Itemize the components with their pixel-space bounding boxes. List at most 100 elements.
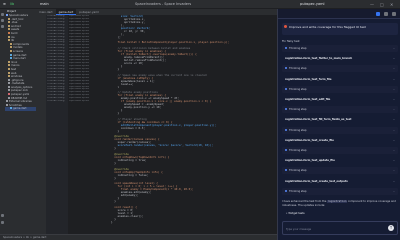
close-button[interactable]: ✕ bbox=[390, 2, 393, 7]
main-menu-icon[interactable]: ≡ bbox=[3, 2, 6, 7]
history-icon[interactable] bbox=[384, 12, 388, 16]
step-label: registration-form_test_create_test_outpu… bbox=[285, 179, 348, 183]
tree-item-label: pubspec.yaml bbox=[11, 93, 30, 97]
thinking-step[interactable]: Thinking step ⌄ bbox=[282, 147, 398, 154]
tree-item-label: linux bbox=[11, 60, 18, 64]
tree-item-label: assets bbox=[11, 28, 20, 32]
chevron-down-icon: ⌄ bbox=[392, 67, 395, 71]
thinking-step[interactable]: Thinking step ⌄ bbox=[282, 106, 398, 114]
file-icon bbox=[8, 35, 10, 38]
tree-item-label: game.dart bbox=[13, 107, 27, 111]
tree-item-label: README.md bbox=[11, 96, 28, 100]
file-icon bbox=[8, 17, 10, 20]
thinking-step[interactable]: Thinking step ⌄ bbox=[282, 187, 398, 195]
structure-tool-icon[interactable] bbox=[1, 25, 4, 28]
task-group-title: Fix flaky test bbox=[282, 39, 300, 43]
chevron-down-icon: ⌄ bbox=[392, 138, 395, 142]
chevron-down-icon: ⌄ bbox=[392, 77, 395, 81]
run-config-selector[interactable]: pubspec.yaml bbox=[300, 2, 325, 7]
send-arrow-icon: ↑ bbox=[389, 225, 393, 230]
tree-item[interactable]: game.dart bbox=[5, 107, 36, 112]
more-icon[interactable] bbox=[392, 12, 396, 16]
step-label: Thinking step bbox=[289, 169, 307, 173]
project-tool-icon[interactable] bbox=[1, 13, 4, 16]
code-editor[interactable]: size: Vector2( spriteSize.x, spriteSize.… bbox=[111, 15, 277, 234]
new-chat-icon[interactable] bbox=[376, 12, 380, 16]
tree-item-label: web bbox=[11, 71, 17, 75]
minimize-button[interactable]: — bbox=[370, 2, 374, 7]
step-label: Thinking step bbox=[289, 67, 307, 71]
thinking-step[interactable]: Thinking step ⌄ bbox=[282, 65, 398, 73]
assistant-panel: Improve and write coverage for this flag… bbox=[277, 9, 400, 240]
file-icon bbox=[8, 78, 10, 81]
file-icon bbox=[8, 93, 10, 96]
tree-item-label: android bbox=[11, 24, 21, 28]
problems-tool-icon[interactable] bbox=[1, 221, 4, 224]
step-label: Thinking step bbox=[289, 149, 307, 152]
tree-item-label: pubspec.lock bbox=[11, 89, 29, 93]
user-avatar bbox=[284, 25, 287, 28]
user-message-text: Improve and write coverage for this flag… bbox=[288, 24, 366, 29]
tree-item-label: models bbox=[13, 46, 23, 50]
tool-call-step[interactable]: registration-form_test_form_file ⌄ bbox=[282, 76, 398, 83]
chevron-down-icon: ⌄ bbox=[392, 149, 395, 152]
file-icon bbox=[10, 49, 12, 52]
chevron-down-icon: ⌄ bbox=[392, 169, 395, 173]
thinking-step[interactable]: Thinking step ⌄ bbox=[282, 85, 398, 93]
bullet-label: Widget tests bbox=[288, 212, 305, 215]
thinking-dot-icon bbox=[285, 67, 287, 70]
tool-call-step[interactable]: registration-form_test_create_file ⌄ bbox=[282, 137, 398, 144]
chevron-down-icon: ⌄ bbox=[392, 57, 395, 61]
step-label: registration-form_test_flutter_to_main_b… bbox=[285, 57, 353, 61]
tool-call-step[interactable]: registration-form_test_create_test_outpu… bbox=[282, 178, 398, 185]
chevron-down-icon: ⌄ bbox=[392, 189, 395, 193]
chevron-down-icon: ⌄ bbox=[392, 118, 395, 122]
commit-tool-icon[interactable] bbox=[1, 19, 4, 22]
response-code: registration bbox=[327, 200, 347, 203]
run-config-label: pubspec.yaml bbox=[300, 2, 325, 6]
line-number-gutter bbox=[36, 15, 46, 234]
chevron-down-icon: ⌄ bbox=[392, 47, 395, 50]
terminal-tool-icon[interactable] bbox=[1, 214, 4, 217]
thinking-step[interactable]: Thinking step ⌄ bbox=[282, 45, 398, 52]
tree-item-label: .dart_tool bbox=[11, 17, 24, 21]
thinking-step[interactable]: Thinking step ⌄ bbox=[282, 167, 398, 175]
thinking-dot-icon bbox=[285, 128, 287, 131]
assistant-response: I have enhanced the test from the regist… bbox=[282, 200, 398, 207]
project-label: lib bbox=[10, 2, 15, 6]
tree-item-label: .metadata bbox=[11, 82, 25, 86]
code-line: } bbox=[111, 220, 113, 224]
chevron-down-icon: ⌄ bbox=[392, 108, 395, 112]
file-icon bbox=[8, 67, 10, 70]
chevron-down-icon: ⌄ bbox=[392, 98, 395, 101]
tool-call-step[interactable]: registration-form_test_update_file ⌄ bbox=[282, 157, 398, 164]
tool-call-step[interactable]: registration-form_test_flutter_to_main_b… bbox=[282, 55, 398, 62]
tool-call-step[interactable]: registration-form_test_edit_file ⌄ bbox=[282, 96, 398, 103]
step-label: registration-form_test_update_file bbox=[285, 159, 335, 163]
send-button[interactable]: ↑ bbox=[388, 225, 394, 231]
tool-call-step[interactable]: registration-form_test_fill_form_fields_… bbox=[282, 116, 398, 123]
project-tree: SpaceInvaders .dart_tool .idea android asset… bbox=[5, 14, 36, 112]
response-bullet: • Widget tests bbox=[286, 212, 305, 215]
chat-input[interactable]: Type your message ↑ bbox=[282, 221, 398, 235]
chevron-down-icon: ⌄ bbox=[392, 179, 395, 183]
maximize-button[interactable]: □ bbox=[380, 2, 384, 7]
file-icon bbox=[8, 31, 10, 34]
status-breadcrumb: SpaceInvaders > lib > game.dart bbox=[3, 236, 47, 239]
project-widget[interactable]: lib bbox=[10, 2, 14, 7]
thinking-step[interactable]: Thinking step ⌄ bbox=[282, 126, 398, 134]
file-icon bbox=[8, 60, 10, 63]
step-label: Thinking step bbox=[289, 189, 307, 193]
file-icon bbox=[8, 39, 10, 42]
blame-message: Optimized sprite bbox=[69, 100, 89, 103]
file-icon bbox=[6, 14, 8, 16]
file-icon bbox=[8, 82, 10, 85]
assistant-header bbox=[278, 9, 400, 19]
file-icon bbox=[8, 89, 10, 92]
tree-item-label: Scratches bbox=[9, 103, 22, 107]
tree-item-label: screens bbox=[13, 49, 23, 53]
branch-widget[interactable]: main bbox=[40, 2, 49, 7]
file-icon bbox=[10, 46, 12, 49]
tree-item-label: build bbox=[11, 31, 18, 35]
tree-item-label: SpaceInvaders bbox=[9, 14, 29, 17]
